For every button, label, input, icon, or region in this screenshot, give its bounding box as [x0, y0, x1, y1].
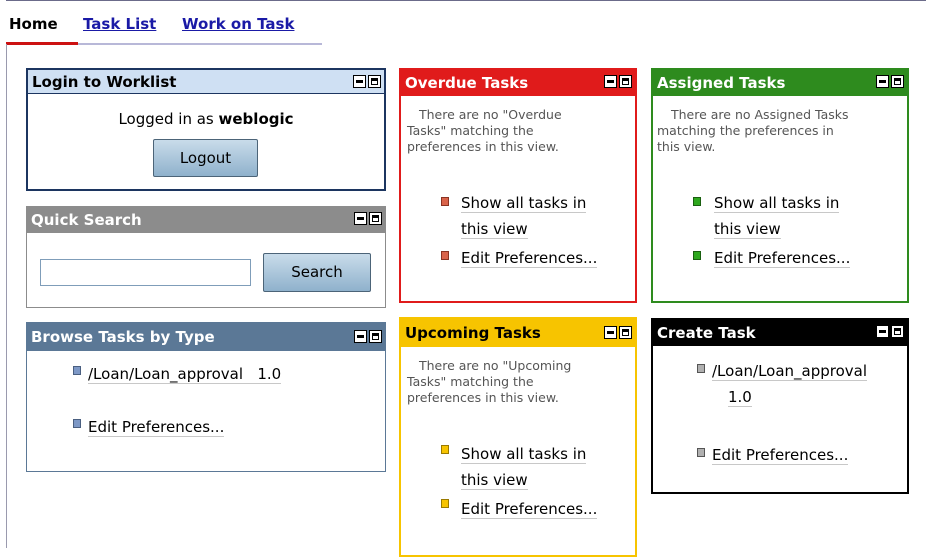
browse-tasks-header: Browse Tasks by Type	[27, 323, 385, 351]
bullet-icon	[693, 197, 701, 206]
search-button[interactable]: Search	[263, 253, 371, 292]
minimize-icon[interactable]	[876, 325, 889, 338]
edit-preferences-link[interactable]: Edit Preferences...	[461, 496, 598, 522]
portlet-controls	[352, 212, 382, 226]
create-task-header: Create Task	[653, 320, 907, 346]
show-all-tasks-link[interactable]: Show all tasks in this view	[461, 190, 587, 242]
bullet-icon	[697, 364, 705, 373]
bullet-icon	[441, 499, 449, 508]
top-navigation: Home Task List Work on Task	[6, 0, 926, 45]
quick-search-portlet: Quick Search Search	[26, 206, 386, 308]
assigned-tasks-header: Assigned Tasks	[653, 70, 907, 96]
active-tab-indicator	[6, 42, 78, 45]
bullet-icon	[441, 197, 449, 206]
create-task-portlet: Create Task /Loan/Loan_approval 1.0 Edit…	[651, 318, 909, 494]
assigned-tasks-portlet: Assigned Tasks There are no Assigned Tas…	[651, 68, 909, 303]
upcoming-empty-message: There are no "Upcoming Tasks" matching t…	[407, 358, 572, 405]
search-input[interactable]	[40, 259, 251, 286]
edit-preferences-link[interactable]: Edit Preferences...	[714, 245, 851, 271]
minimize-icon[interactable]	[354, 330, 367, 343]
portlet-controls	[352, 330, 382, 344]
tab-underline	[78, 43, 322, 45]
portlet-controls	[874, 75, 904, 89]
maximize-icon[interactable]	[369, 330, 382, 343]
edit-preferences-link[interactable]: Edit Preferences...	[88, 414, 225, 440]
minimize-icon[interactable]	[604, 326, 617, 339]
nav-work-on-task-link[interactable]: Work on Task	[182, 15, 294, 33]
maximize-icon[interactable]	[891, 325, 904, 338]
logout-button[interactable]: Logout	[153, 139, 258, 177]
bullet-icon	[693, 251, 701, 260]
create-task-title: Create Task	[657, 324, 756, 342]
edit-preferences-link[interactable]: Edit Preferences...	[712, 442, 849, 468]
create-task-type-link[interactable]: /Loan/Loan_approval 1.0	[712, 358, 868, 410]
browse-tasks-portlet: Browse Tasks by Type /Loan/Loan_approval…	[26, 322, 386, 472]
portlet-controls	[602, 75, 632, 89]
portlet-controls	[874, 325, 904, 339]
upcoming-tasks-header: Upcoming Tasks	[401, 319, 635, 347]
assigned-tasks-title: Assigned Tasks	[657, 74, 786, 92]
bullet-icon	[441, 251, 449, 260]
portlet-controls	[351, 75, 381, 89]
login-portlet: Login to Worklist Logged in as weblogic …	[26, 68, 386, 191]
bullet-icon	[73, 419, 81, 428]
browse-tasks-title: Browse Tasks by Type	[31, 328, 215, 346]
upcoming-tasks-portlet: Upcoming Tasks There are no "Upcoming Ta…	[399, 317, 637, 557]
left-divider	[6, 44, 7, 548]
show-all-tasks-link[interactable]: Show all tasks in this view	[714, 190, 840, 242]
login-portlet-header: Login to Worklist	[28, 70, 384, 94]
bullet-icon	[441, 445, 449, 454]
maximize-icon[interactable]	[619, 75, 632, 88]
bullet-icon	[73, 366, 81, 375]
overdue-empty-message: There are no "Overdue Tasks" matching th…	[407, 107, 562, 154]
nav-home-tab[interactable]: Home	[9, 15, 58, 33]
portlet-controls	[602, 326, 632, 340]
quick-search-title: Quick Search	[31, 211, 142, 229]
assigned-empty-message: There are no Assigned Tasks matching the…	[657, 107, 849, 154]
task-type-link[interactable]: /Loan/Loan_approval 1.0	[88, 361, 282, 387]
upcoming-tasks-title: Upcoming Tasks	[405, 324, 541, 342]
overdue-tasks-portlet: Overdue Tasks There are no "Overdue Task…	[399, 68, 637, 303]
edit-preferences-link[interactable]: Edit Preferences...	[461, 245, 598, 271]
quick-search-header: Quick Search	[27, 207, 385, 233]
maximize-icon[interactable]	[369, 212, 382, 225]
minimize-icon[interactable]	[604, 75, 617, 88]
username: weblogic	[218, 110, 294, 128]
maximize-icon[interactable]	[891, 75, 904, 88]
login-portlet-title: Login to Worklist	[32, 73, 177, 91]
maximize-icon[interactable]	[619, 326, 632, 339]
minimize-icon[interactable]	[876, 75, 889, 88]
minimize-icon[interactable]	[353, 75, 366, 88]
overdue-tasks-header: Overdue Tasks	[401, 70, 635, 96]
bullet-icon	[697, 448, 705, 457]
nav-task-list-link[interactable]: Task List	[83, 15, 156, 33]
show-all-tasks-link[interactable]: Show all tasks in this view	[461, 441, 587, 493]
minimize-icon[interactable]	[354, 212, 367, 225]
logged-in-text: Logged in as weblogic	[118, 110, 294, 128]
maximize-icon[interactable]	[368, 75, 381, 88]
overdue-tasks-title: Overdue Tasks	[405, 74, 529, 92]
